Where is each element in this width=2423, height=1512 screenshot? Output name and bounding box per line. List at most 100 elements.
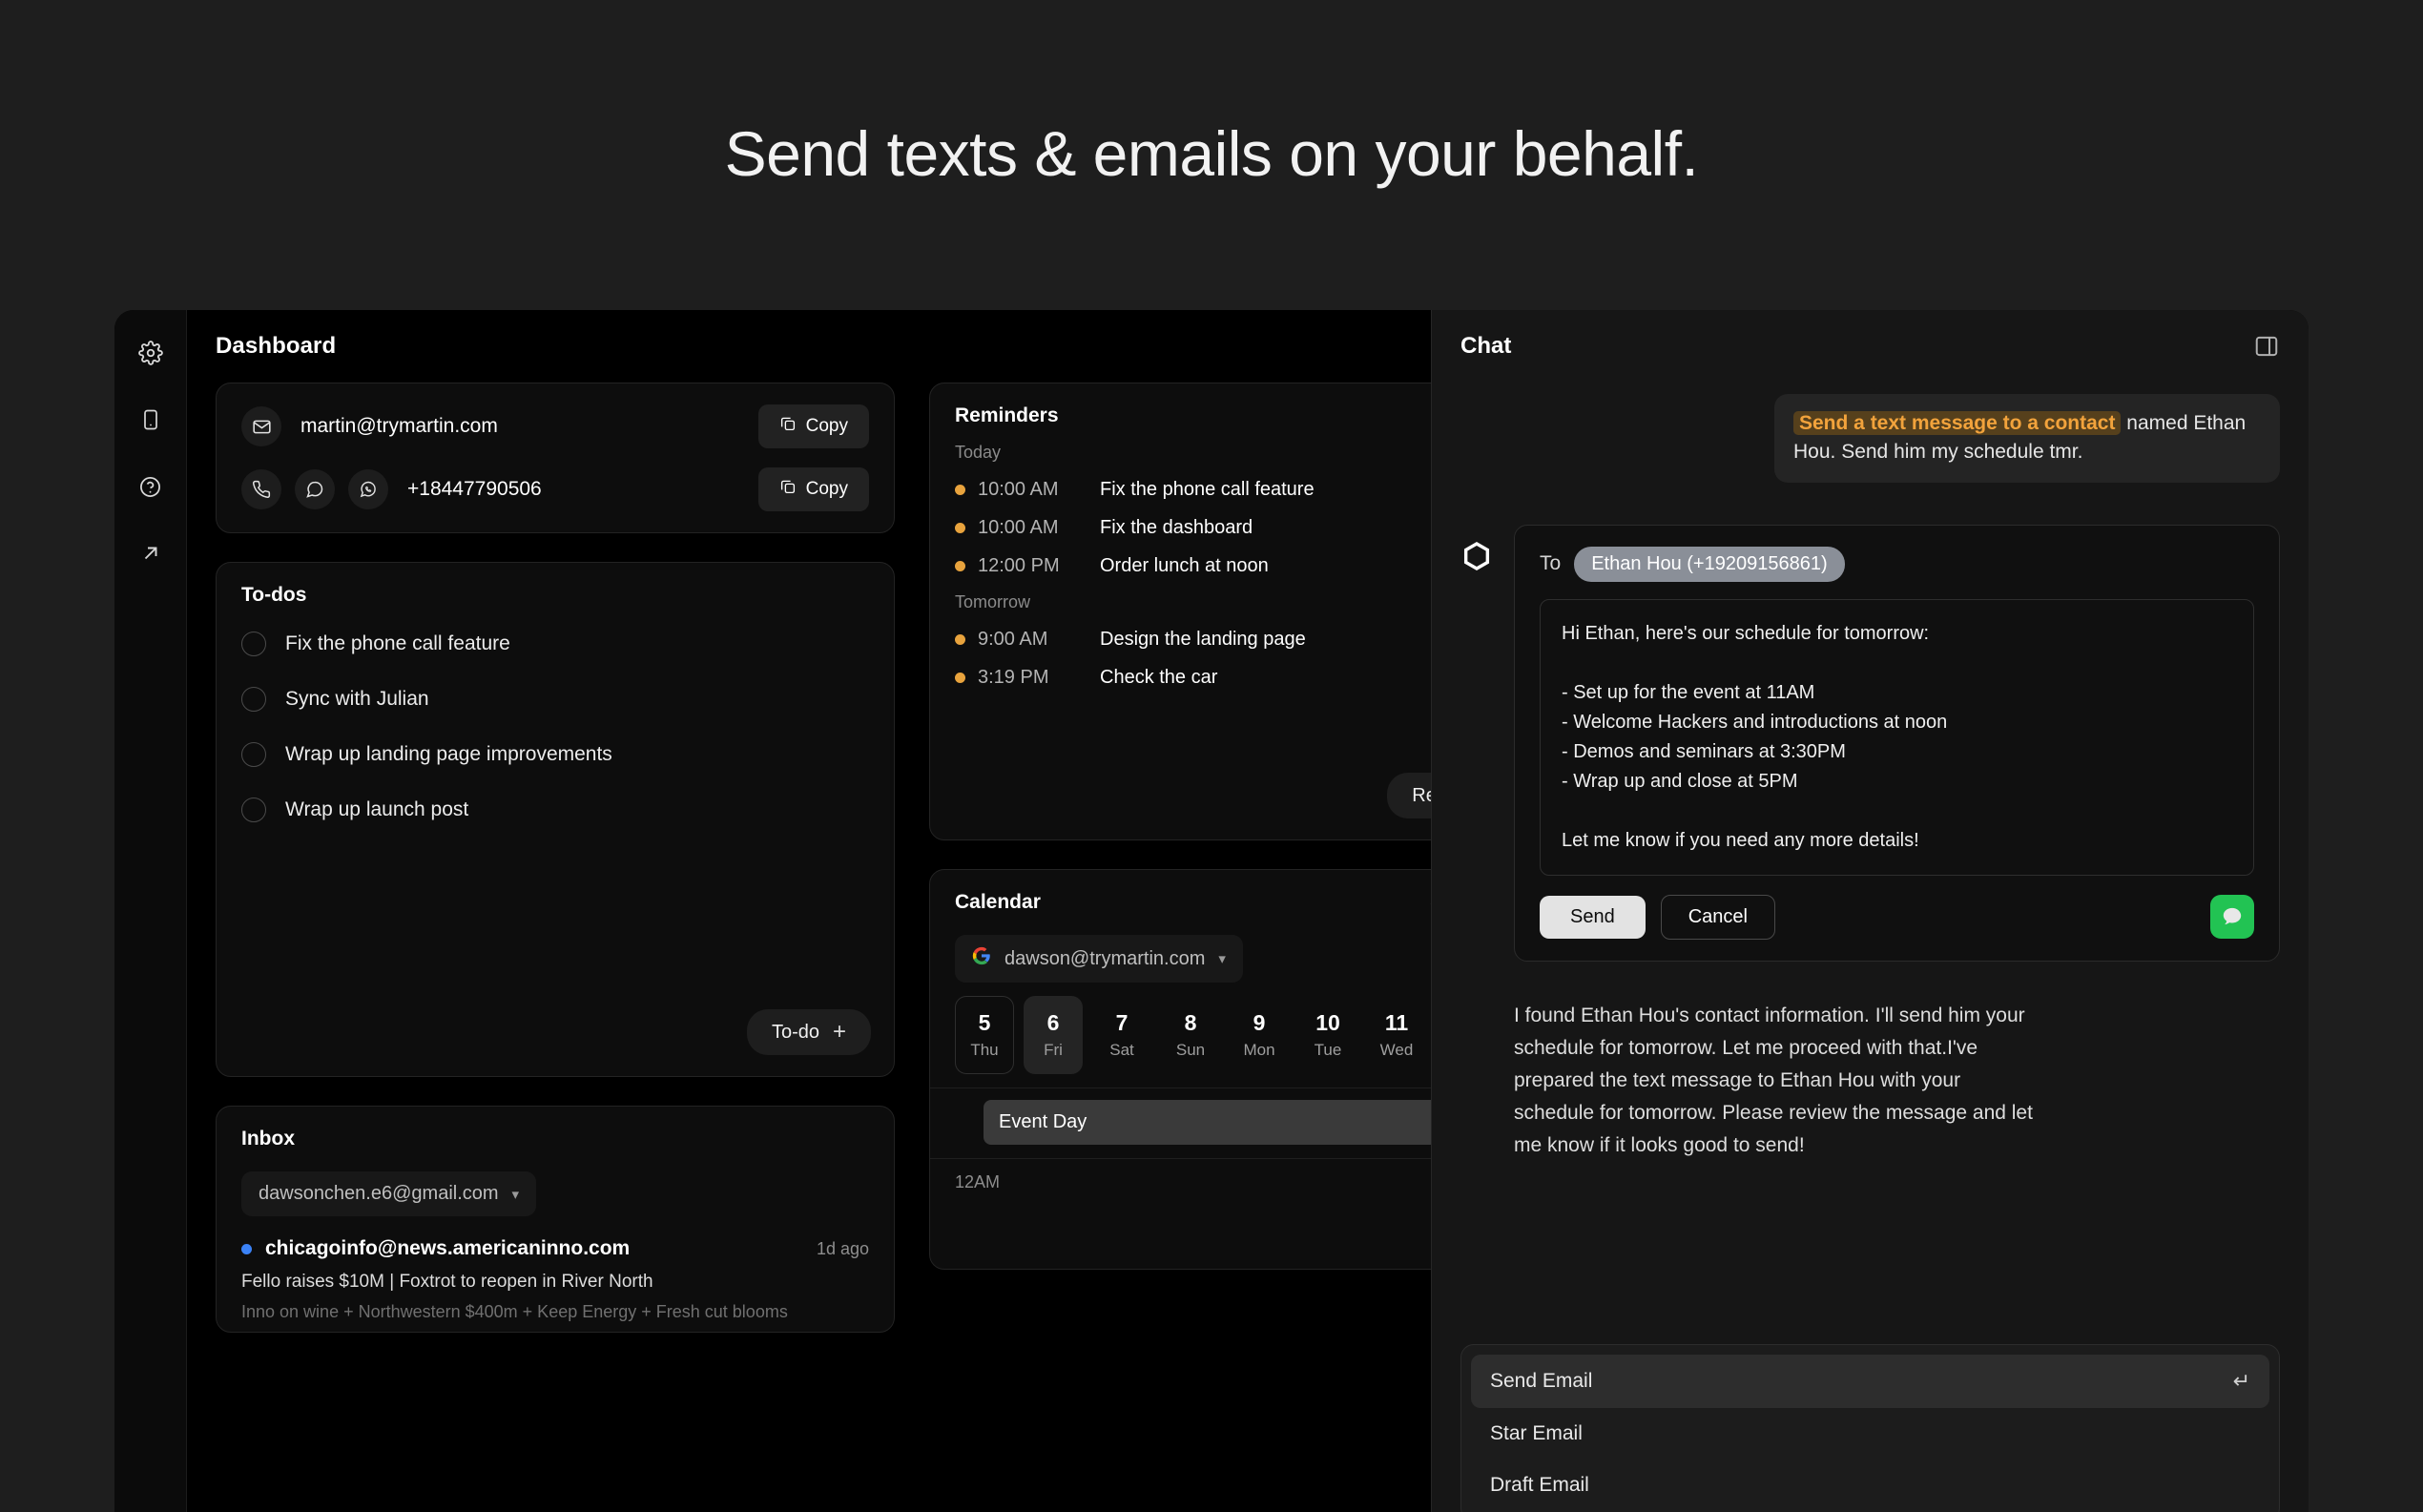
copy-email-button[interactable]: Copy [758,404,869,448]
calendar-day[interactable]: 5 Thu [955,996,1014,1074]
list-item[interactable]: chicagoinfo@news.americaninno.com 1d ago… [217,1216,894,1322]
todo-label: Sync with Julian [285,688,429,711]
reminder-dot-icon [955,673,965,683]
calendar-card: Calendar ‹ › Today [929,869,1431,1270]
todo-item[interactable]: Fix the phone call feature [241,632,869,656]
inbox-account-selector[interactable]: dawsonchen.e6@gmail.com ▾ [241,1171,536,1216]
todo-label: Wrap up landing page improvements [285,743,612,766]
calendar-prev-button[interactable]: ‹ [1419,892,1431,913]
compose-to-label: To [1540,552,1561,575]
chat-message-highlight: Send a text message to a contact [1793,411,2121,435]
calendar-account-label: dawson@trymartin.com [1004,948,1205,970]
calendar-day-number: 5 [979,1010,991,1036]
todo-checkbox[interactable] [241,687,266,712]
message-icon[interactable] [295,469,335,509]
menu-item-label: Send Email [1490,1370,1592,1393]
reminder-time: 12:00 PM [978,555,1100,577]
help-circle-icon[interactable] [135,470,167,503]
hero-section: Send texts & emails on your behalf. [0,0,2423,185]
calendar-hour-label: 12AM [930,1159,1431,1192]
todo-checkbox[interactable] [241,797,266,822]
todo-item[interactable]: Wrap up landing page improvements [241,742,869,767]
calendar-day-name: Fri [1044,1041,1063,1060]
inbox-account-label: dawsonchen.e6@gmail.com [259,1183,499,1205]
reminder-dot-icon [955,523,965,533]
reminder-text: Fix the dashboard [1100,517,1253,539]
command-menu: Send Email ↵ Star Email Draft Email [1460,1344,2280,1512]
icon-rail [114,310,187,1512]
reminder-dot-icon [955,561,965,571]
copy-icon [779,415,797,438]
reminder-row[interactable]: 3:19 PM Check the car [930,667,1431,689]
todos-card: To-dos Fix the phone call feature Sync w… [216,562,895,1077]
calendar-day[interactable]: 7 Sat [1092,996,1151,1074]
add-todo-label: To-do [772,1022,819,1044]
chat-assistant-message: I found Ethan Hou's contact information.… [1460,1000,2042,1162]
add-reminder-button[interactable]: Reminder + [1387,773,1431,818]
compose-recipient-chip[interactable]: Ethan Hou (+19209156861) [1574,547,1844,582]
todo-item[interactable]: Sync with Julian [241,687,869,712]
dashboard-panel: Dashboard martin@trymartin.com [187,310,1431,1512]
reminder-row[interactable]: 10:00 AM Fix the phone call feature [930,479,1431,501]
menu-item-send-email[interactable]: Send Email ↵ [1471,1355,2269,1408]
calendar-day[interactable]: 10 Tue [1298,996,1357,1074]
calendar-all-day-event[interactable]: Event Day [984,1100,1431,1145]
calendar-day[interactable]: 11 Wed [1367,996,1426,1074]
panel-toggle-icon[interactable] [2253,333,2280,360]
calendar-day-name: Mon [1243,1041,1274,1060]
inbox-title: Inbox [217,1107,894,1150]
reminder-text: Order lunch at noon [1100,555,1269,577]
reminders-group-label: Tomorrow [930,577,1431,612]
whatsapp-icon[interactable] [348,469,388,509]
envelope-icon[interactable] [241,406,281,446]
todos-list: Fix the phone call feature Sync with Jul… [217,607,894,822]
copy-phone-button[interactable]: Copy [758,467,869,511]
reminders-title: Reminders [930,383,1431,427]
calendar-account-selector[interactable]: dawson@trymartin.com ▾ [955,935,1243,983]
reminder-row[interactable]: 12:00 PM Order lunch at noon [930,555,1431,577]
calendar-day-name: Wed [1380,1041,1414,1060]
unread-dot-icon [241,1244,252,1254]
chat-user-message: Send a text message to a contact named E… [1774,394,2280,483]
copy-phone-label: Copy [806,479,848,500]
copy-email-label: Copy [806,416,848,437]
cancel-button[interactable]: Cancel [1661,895,1775,940]
calendar-day[interactable]: 8 Sun [1161,996,1220,1074]
todo-item[interactable]: Wrap up launch post [241,797,869,822]
copy-icon [779,478,797,501]
calendar-day-name: Sun [1176,1041,1205,1060]
reminder-time: 10:00 AM [978,517,1100,539]
menu-item-draft-email[interactable]: Draft Email [1471,1460,2269,1511]
contact-phone-row: +18447790506 Copy [241,467,869,511]
send-button[interactable]: Send [1540,896,1646,939]
calendar-day[interactable]: 9 Mon [1230,996,1289,1074]
reminder-row[interactable]: 9:00 AM Design the landing page [930,629,1431,651]
imessage-icon [2210,895,2254,939]
add-todo-button[interactable]: To-do + [747,1009,871,1055]
calendar-day[interactable]: 6 Fri [1024,996,1083,1074]
enter-key-icon: ↵ [2233,1369,2250,1394]
phone-icon[interactable] [241,469,281,509]
todo-checkbox[interactable] [241,742,266,767]
todo-checkbox[interactable] [241,632,266,656]
page-title: Send texts & emails on your behalf. [0,122,2423,185]
reminder-time: 3:19 PM [978,667,1100,689]
reminder-text: Check the car [1100,667,1217,689]
calendar-day-name: Tue [1315,1041,1342,1060]
dashboard-title: Dashboard [216,333,1402,360]
google-icon [972,946,991,971]
reminder-time: 9:00 AM [978,629,1100,651]
email-snippet: Inno on wine + Northwestern $400m + Keep… [241,1302,869,1322]
chevron-down-icon: ▾ [512,1186,520,1203]
mobile-icon[interactable] [135,404,167,436]
email-subject: Fello raises $10M | Foxtrot to reopen in… [241,1272,869,1293]
calendar-day-name: Thu [970,1041,998,1060]
reminder-time: 10:00 AM [978,479,1100,501]
menu-item-label: Star Email [1490,1422,1583,1445]
gear-icon[interactable] [135,337,167,369]
external-link-icon[interactable] [135,537,167,570]
calendar-days-row: 5 Thu 6 Fri 7 Sat 8 Sun [930,983,1431,1074]
compose-body-textarea[interactable]: Hi Ethan, here's our schedule for tomorr… [1540,599,2254,876]
menu-item-star-email[interactable]: Star Email [1471,1408,2269,1460]
reminder-row[interactable]: 10:00 AM Fix the dashboard [930,517,1431,539]
